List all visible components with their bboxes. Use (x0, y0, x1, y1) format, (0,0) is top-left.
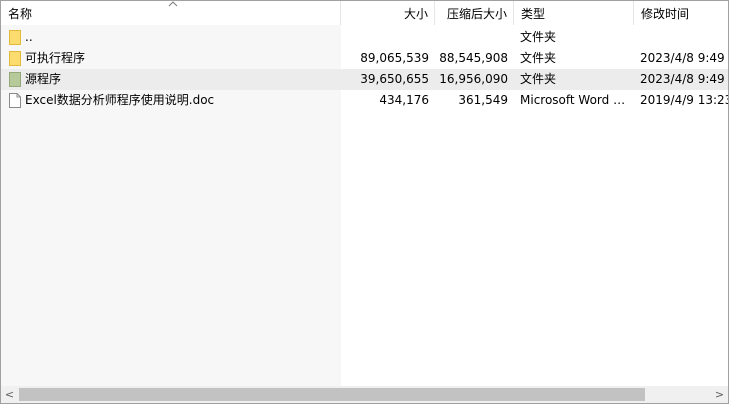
file-name: Excel数据分析师程序使用说明.doc (25, 93, 215, 107)
chevron-up-icon (168, 1, 178, 7)
list-item-doc-file[interactable]: Excel数据分析师程序使用说明.doc 434,176 361,549 Mic… (1, 90, 728, 111)
column-header-name-label: 名称 (8, 7, 33, 21)
column-header-packed-size[interactable]: 压缩后大小 (435, 1, 514, 25)
list-item-executables-folder[interactable]: 可执行程序 89,065,539 88,545,908 文件夹 2023/4/8… (1, 48, 728, 69)
column-header-type-label: 类型 (521, 7, 546, 21)
file-name: .. (25, 30, 33, 44)
file-modified: 2023/4/8 9:49 (640, 51, 725, 65)
file-packed-size: 16,956,090 (439, 72, 508, 86)
file-name: 可执行程序 (25, 51, 86, 65)
chevron-right-icon[interactable]: > (711, 386, 728, 403)
column-header: 名称 大小 压缩后大小 类型 修改时间 (1, 1, 728, 25)
horizontal-scrollbar[interactable]: < > (1, 386, 728, 403)
file-size: 89,065,539 (360, 51, 429, 65)
folder-icon (9, 72, 21, 87)
document-icon (9, 93, 21, 108)
file-size: 39,650,655 (360, 72, 429, 86)
column-header-packed-size-label: 压缩后大小 (446, 7, 507, 21)
file-type: Microsoft Word … (520, 93, 626, 107)
file-modified: 2023/4/8 9:49 (640, 72, 725, 86)
file-modified (640, 27, 728, 48)
scrollbar-thumb[interactable] (19, 388, 645, 401)
file-packed-size: 88,545,908 (439, 51, 508, 65)
file-name: 源程序 (25, 72, 62, 86)
folder-icon (9, 30, 21, 45)
file-type: 文件夹 (520, 30, 557, 44)
file-list-pane: 名称 大小 压缩后大小 类型 修改时间 .. 文件夹 可执行程序 89,065,… (0, 0, 729, 404)
list-item-source-folder[interactable]: 源程序 39,650,655 16,956,090 文件夹 2023/4/8 9… (1, 69, 728, 90)
list-item-parent-folder[interactable]: .. 文件夹 (1, 27, 728, 48)
file-type: 文件夹 (520, 51, 557, 65)
file-size (341, 27, 435, 48)
file-packed-size (435, 27, 514, 48)
file-size: 434,176 (379, 93, 429, 107)
folder-icon (9, 51, 21, 66)
file-modified: 2019/4/9 13:23 (640, 93, 728, 107)
chevron-left-icon[interactable]: < (1, 386, 18, 403)
column-header-modified-label: 修改时间 (641, 7, 690, 21)
column-header-type[interactable]: 类型 (514, 1, 634, 25)
column-header-size-label: 大小 (403, 7, 428, 21)
column-header-modified[interactable]: 修改时间 (634, 1, 728, 25)
column-header-name[interactable]: 名称 (1, 1, 341, 25)
column-header-size[interactable]: 大小 (341, 1, 435, 25)
file-packed-size: 361,549 (458, 93, 508, 107)
file-type: 文件夹 (520, 72, 557, 86)
